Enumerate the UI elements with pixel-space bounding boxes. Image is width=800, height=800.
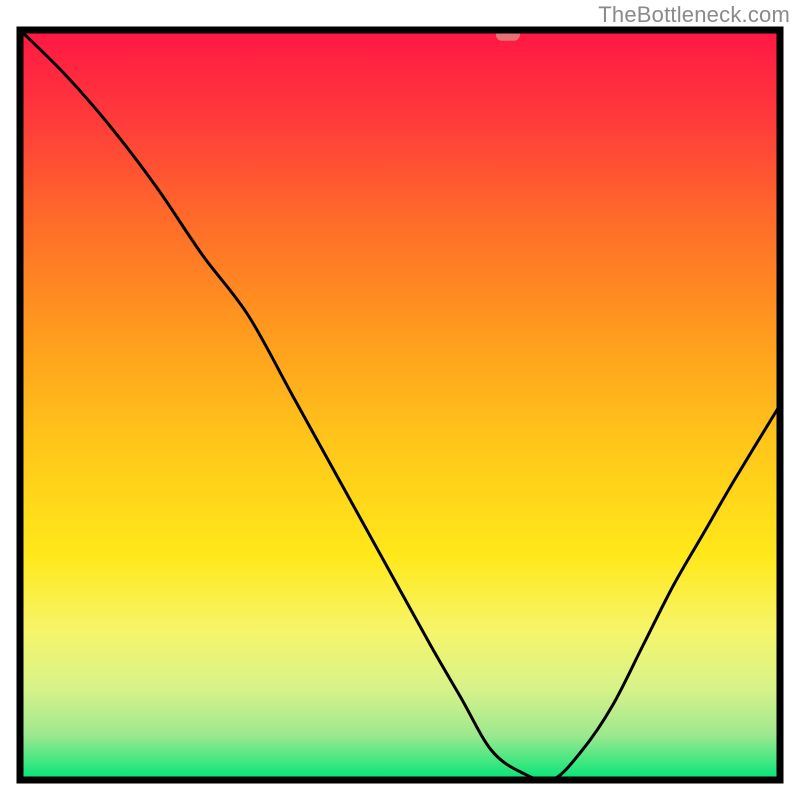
bottleneck-chart xyxy=(0,0,800,800)
watermark-text: TheBottleneck.com xyxy=(598,2,790,28)
plot-area xyxy=(20,30,780,780)
